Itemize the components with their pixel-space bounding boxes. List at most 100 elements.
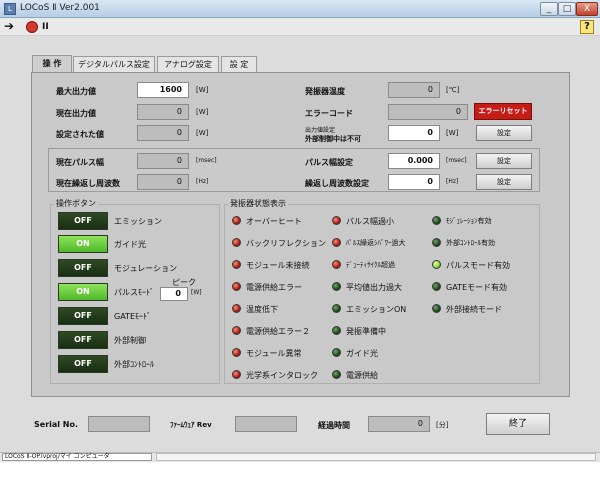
- status-led: [332, 216, 341, 225]
- error-code-label: エラーコード: [305, 109, 353, 118]
- minimize-button[interactable]: _: [540, 2, 558, 16]
- status-led: [432, 216, 441, 225]
- current-rep-freq-unit: [Hz]: [196, 178, 209, 185]
- max-output-unit: [W]: [196, 86, 209, 94]
- status-led: [332, 282, 341, 291]
- status-power-supply: 電源供給: [346, 371, 378, 380]
- status-title: 発振器状態表示: [228, 198, 288, 209]
- gate-mode-toggle[interactable]: OFF: [58, 307, 108, 325]
- status-oscillation-preparing: 発振準備中: [346, 327, 386, 336]
- tab-analog[interactable]: アナログ設定: [157, 56, 219, 72]
- tab-operation[interactable]: 操 作: [32, 55, 72, 73]
- status-avg-output-excess: 平均値出力過大: [346, 283, 402, 292]
- gate-mode-label: GATEﾓｰﾄﾞ: [114, 312, 151, 321]
- external-control-label: 外部制御: [114, 336, 146, 345]
- output-setting-input[interactable]: 0: [388, 125, 440, 141]
- current-rep-freq-value: 0: [137, 174, 189, 190]
- max-output-value[interactable]: 1600: [137, 82, 189, 98]
- output-setting-unit: [W]: [446, 129, 459, 137]
- pulse-width-set-input[interactable]: 0.000: [388, 153, 440, 169]
- tab-digital-pulse[interactable]: デジタルパルス設定: [73, 56, 155, 72]
- set-value-unit: [W]: [196, 129, 209, 137]
- status-guide-light: ガイド光: [346, 349, 378, 358]
- status-led: [332, 260, 341, 269]
- emission-toggle[interactable]: OFF: [58, 212, 108, 230]
- pulse-width-set-unit: [msec]: [446, 157, 467, 164]
- app-icon: L: [4, 3, 16, 15]
- current-pulse-width-label: 現在パルス幅: [56, 158, 104, 167]
- status-overheat: オーバーヒート: [246, 217, 302, 226]
- arrow-right-icon[interactable]: ➔: [4, 20, 14, 32]
- serial-label: Serial No.: [34, 420, 79, 429]
- elapsed-unit: [分]: [436, 421, 449, 429]
- status-led: [332, 326, 341, 335]
- status-led: [432, 304, 441, 313]
- serial-field: [88, 416, 150, 432]
- pulse-group: [48, 148, 540, 192]
- pulse-width-set-label: パルス幅設定: [305, 158, 353, 167]
- emission-label: エミッション: [114, 217, 162, 226]
- pulse-mode-label: パルスﾓｰﾄﾞ: [114, 288, 154, 297]
- modulation-label: モジュレーション: [114, 264, 178, 273]
- external-controller-toggle[interactable]: OFF: [58, 355, 108, 373]
- status-module-fault: モジュール異常: [246, 349, 302, 358]
- op-buttons-title: 操作ボタン: [54, 198, 98, 209]
- pulse-width-set-button[interactable]: 設定: [476, 153, 532, 169]
- tab-settings[interactable]: 設 定: [221, 56, 257, 72]
- status-led: [332, 348, 341, 357]
- maximize-button[interactable]: □: [558, 2, 576, 16]
- status-led: [232, 304, 241, 313]
- current-rep-freq-label: 現在繰返し周波数: [56, 179, 120, 188]
- status-module-disconnected: モジュール未接続: [246, 261, 310, 270]
- status-pulse-mode-enabled: パルスモード有効: [446, 261, 510, 270]
- help-icon[interactable]: ?: [580, 20, 594, 34]
- status-led: [432, 238, 441, 247]
- status-led: [232, 216, 241, 225]
- exit-button[interactable]: 終了: [486, 413, 550, 435]
- output-setting-note: 外部制御中は不可: [305, 135, 361, 143]
- guide-light-toggle[interactable]: ON: [58, 235, 108, 253]
- temperature-unit: [℃]: [446, 86, 460, 94]
- rep-freq-set-label: 繰返し周波数設定: [305, 179, 369, 188]
- project-path: LOCoS Ⅱ-OP.lvproj/マイ コンピュータ: [2, 453, 152, 461]
- pause-icon[interactable]: II: [42, 21, 49, 33]
- peak-input[interactable]: 0: [160, 287, 188, 301]
- status-led: [432, 282, 441, 291]
- pulse-mode-toggle[interactable]: ON: [58, 283, 108, 301]
- error-reset-button[interactable]: エラーリセット: [474, 103, 532, 120]
- output-setting-button[interactable]: 設定: [476, 125, 532, 141]
- set-value-value: 0: [137, 125, 189, 141]
- status-duty-cycle-exceeded: ﾃﾞｭｰﾃｨｻｲｸﾙ超過: [346, 261, 395, 269]
- status-led: [232, 282, 241, 291]
- status-power-error-2: 電源供給エラー２: [246, 327, 310, 336]
- elapsed-value: 0: [368, 416, 430, 432]
- modulation-toggle[interactable]: OFF: [58, 259, 108, 277]
- rep-freq-set-button[interactable]: 設定: [476, 174, 532, 190]
- status-led: [232, 260, 241, 269]
- external-control-toggle[interactable]: OFF: [58, 331, 108, 349]
- current-output-label: 現在出力値: [56, 109, 96, 118]
- current-pulse-width-unit: [msec]: [196, 157, 217, 164]
- max-output-label: 最大出力値: [56, 87, 96, 96]
- status-led: [232, 348, 241, 357]
- status-led: [232, 326, 241, 335]
- error-code-value: 0: [388, 104, 468, 120]
- status-pulse-width-small: パルス幅過小: [346, 217, 394, 226]
- status-pulse-power-excess: ﾊﾟﾙｽ繰返ｼﾊﾟﾜｰ過大: [346, 239, 406, 247]
- peak-unit: [W]: [191, 289, 202, 296]
- current-output-unit: [W]: [196, 108, 209, 116]
- status-external-control-enabled: 外部ｺﾝﾄﾛｰﾙ有効: [446, 239, 495, 247]
- temperature-value: 0: [388, 82, 440, 98]
- status-led: [232, 238, 241, 247]
- close-button[interactable]: X: [576, 2, 598, 16]
- temperature-label: 発振器温度: [305, 87, 345, 96]
- elapsed-label: 経過時間: [318, 421, 350, 430]
- stop-icon[interactable]: [26, 21, 38, 33]
- status-low-temp: 温度低下: [246, 305, 278, 314]
- status-power-error: 電源供給エラー: [246, 283, 302, 292]
- window-title: LOCoS Ⅱ Ver2.001: [20, 3, 100, 13]
- horizontal-scrollbar[interactable]: [156, 453, 596, 461]
- external-controller-label: 外部ｺﾝﾄﾛｰﾙ: [114, 360, 154, 369]
- rep-freq-set-input[interactable]: 0: [388, 174, 440, 190]
- bottom-area: [0, 462, 600, 480]
